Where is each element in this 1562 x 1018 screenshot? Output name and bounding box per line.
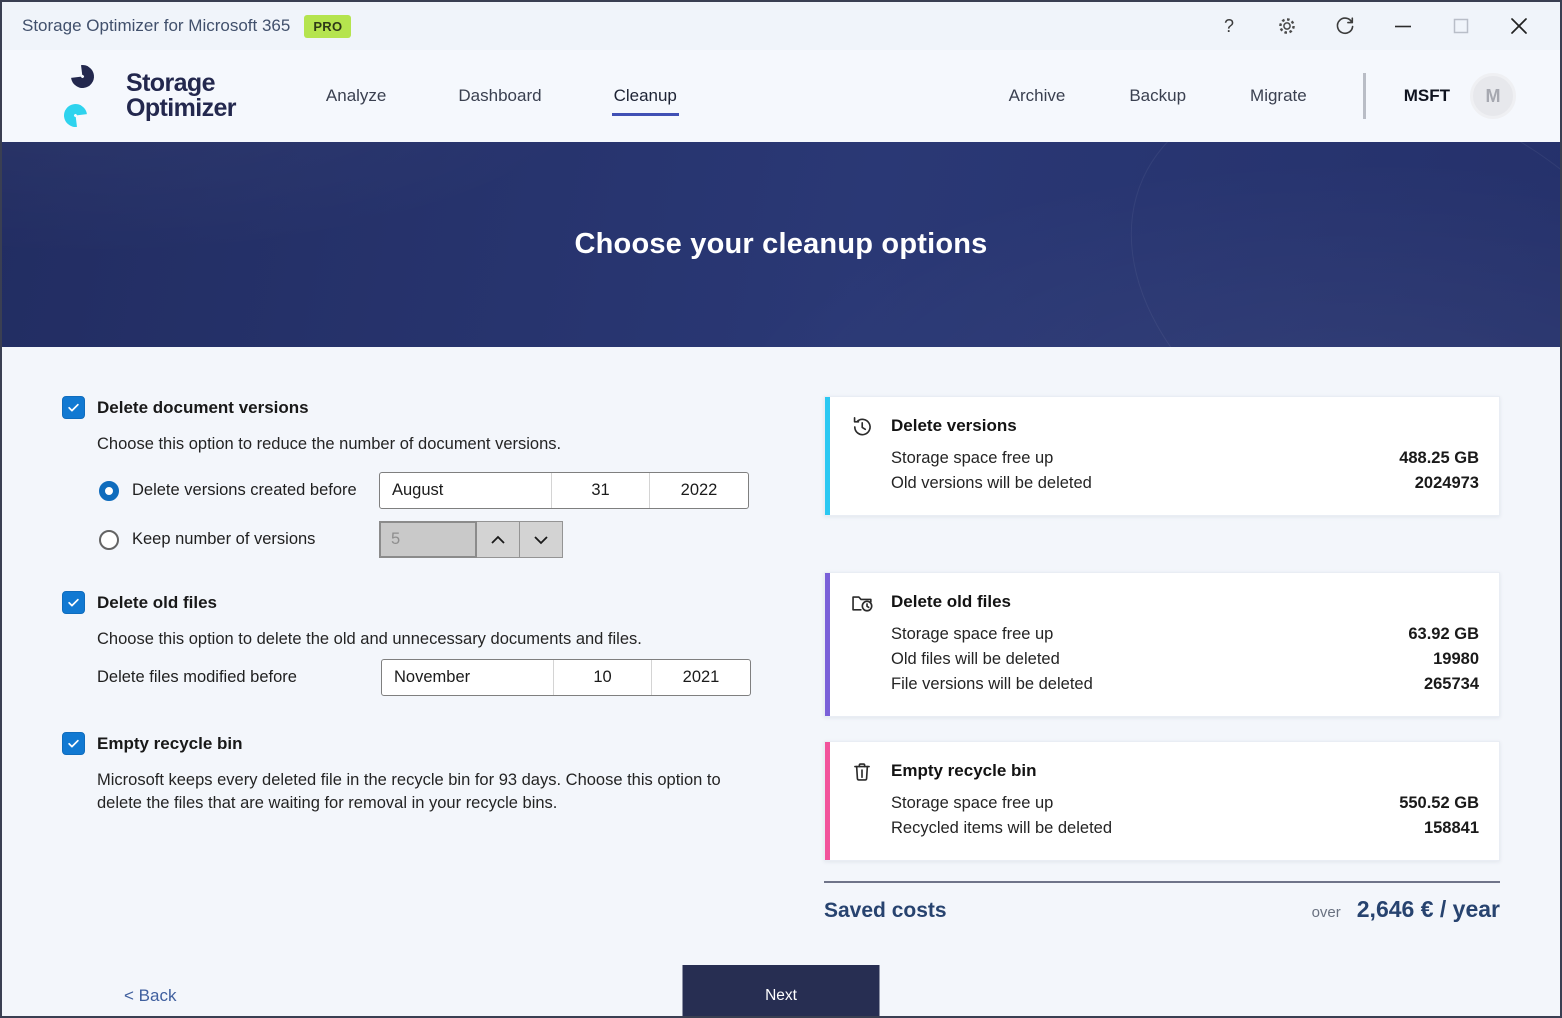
summary-card-delete-versions: Delete versions Storage space free up 48… [824,396,1500,516]
card-title: Empty recycle bin [891,761,1479,781]
logo-text: Storage Optimizer [126,71,236,121]
header: Storage Optimizer Analyze Dashboard Clea… [2,50,1560,142]
minimize-icon[interactable] [1374,4,1432,48]
radio-label: Keep number of versions [132,530,379,549]
tab-backup[interactable]: Backup [1127,76,1188,116]
radio-label: Delete versions created before [132,481,379,500]
app-title: Storage Optimizer for Microsoft 365 [22,16,290,36]
empty-recycle-bin-checkbox[interactable] [62,732,85,755]
tenant-label: MSFT [1404,86,1450,106]
refresh-icon[interactable] [1316,4,1374,48]
option-label: Delete old files [97,593,217,613]
option-description: Microsoft keeps every deleted file in th… [97,769,764,815]
card-row: Storage space free up 63.92 GB [891,622,1479,647]
option-empty-recycle-bin: Empty recycle bin Microsoft keeps every … [62,732,764,815]
option-delete-versions: Delete document versions Choose this opt… [62,396,764,558]
summary-card-empty-recycle-bin: Empty recycle bin Storage space free up … [824,741,1500,861]
versions-count-stepper: 5 [379,521,563,558]
summary-column: Delete versions Storage space free up 48… [824,396,1500,923]
summary-card-delete-old-files: Delete old files Storage space free up 6… [824,572,1500,717]
month-field[interactable]: August [380,473,552,508]
option-description: Choose this option to reduce the number … [97,433,764,456]
titlebar: Storage Optimizer for Microsoft 365 PRO … [2,2,1560,50]
card-row: Recycled items will be deleted 158841 [891,816,1479,841]
delete-versions-checkbox[interactable] [62,396,85,419]
stepper-down-icon[interactable] [520,521,563,558]
card-row: Storage space free up 550.52 GB [891,791,1479,816]
stepper-up-icon[interactable] [477,521,520,558]
avatar[interactable]: M [1470,73,1516,119]
tab-migrate[interactable]: Migrate [1248,76,1309,116]
back-button[interactable]: < Back [124,986,176,1006]
options-column: Delete document versions Choose this opt… [62,396,764,923]
main-content: Delete document versions Choose this opt… [2,347,1560,923]
keep-count-radio[interactable] [99,530,119,550]
day-field[interactable]: 10 [554,660,652,695]
app-logo: Storage Optimizer [62,64,236,128]
tab-analyze[interactable]: Analyze [324,76,388,116]
tab-archive[interactable]: Archive [1007,76,1068,116]
year-field[interactable]: 2021 [652,660,750,695]
nav-right: Archive Backup Migrate [1007,76,1309,116]
day-field[interactable]: 31 [552,473,650,508]
option-description: Choose this option to delete the old and… [97,628,764,651]
app-window: Storage Optimizer for Microsoft 365 PRO … [0,0,1562,1018]
saved-costs-value: 2,646 € / year [1357,896,1500,923]
saved-costs-label: Saved costs [824,899,947,923]
tab-cleanup[interactable]: Cleanup [612,76,679,116]
old-files-date-picker: November 10 2021 [381,659,751,696]
close-icon[interactable] [1490,4,1548,48]
page-title: Choose your cleanup options [574,228,987,261]
versions-date-picker: August 31 2022 [379,472,749,509]
card-title: Delete versions [891,416,1479,436]
tab-dashboard[interactable]: Dashboard [456,76,543,116]
help-icon[interactable]: ? [1200,4,1258,48]
year-field[interactable]: 2022 [650,473,748,508]
pro-badge: PRO [304,15,351,38]
history-icon [850,415,874,444]
card-row: Old files will be deleted 19980 [891,647,1479,672]
settings-gear-icon[interactable] [1258,4,1316,48]
saved-costs: Saved costs over 2,646 € / year [824,881,1500,923]
month-field[interactable]: November [382,660,554,695]
card-row: Storage space free up 488.25 GB [891,446,1479,471]
delete-before-radio[interactable] [99,481,119,501]
delete-old-files-checkbox[interactable] [62,591,85,614]
card-row: Old versions will be deleted 2024973 [891,471,1479,496]
trash-icon [850,760,874,789]
option-label: Empty recycle bin [97,734,243,754]
versions-count-input[interactable]: 5 [379,521,477,558]
saved-costs-prefix: over [1312,904,1341,921]
card-row: File versions will be deleted 265734 [891,672,1479,697]
maximize-icon[interactable] [1432,4,1490,48]
option-label: Delete document versions [97,398,309,418]
window-controls: ? [1200,4,1548,48]
logo-icon [62,64,112,128]
banner: Choose your cleanup options [2,142,1560,347]
next-button[interactable]: Next [683,965,880,1018]
nav-left: Analyze Dashboard Cleanup [324,76,679,116]
card-title: Delete old files [891,592,1479,612]
footer: < Back Next [2,965,1560,1018]
nav-divider [1363,73,1366,119]
option-delete-old-files: Delete old files Choose this option to d… [62,591,764,696]
modified-before-label: Delete files modified before [97,668,381,687]
folder-clock-icon [850,591,874,620]
